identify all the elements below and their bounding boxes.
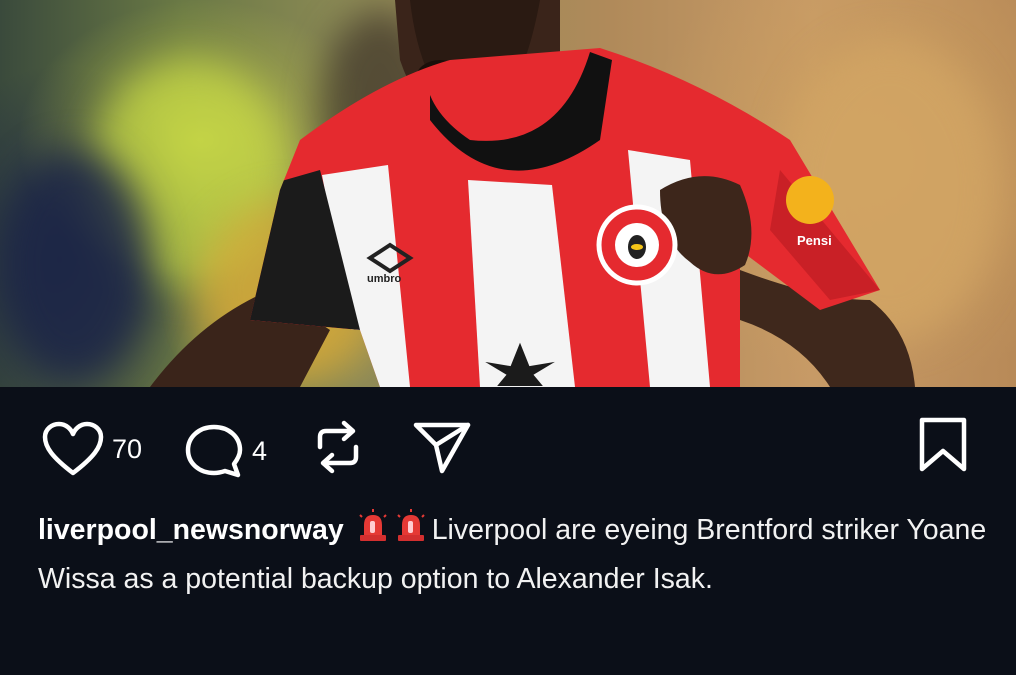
- siren-icon: [356, 509, 390, 557]
- post-action-bar: 70 4: [0, 387, 1016, 507]
- sleeve-sponsor: Pensi: [797, 233, 832, 248]
- post-username[interactable]: liverpool_newsnorway: [38, 514, 344, 546]
- comment-count: 4: [252, 435, 268, 466]
- share-button[interactable]: [412, 419, 472, 475]
- heart-icon: [42, 421, 104, 476]
- post-caption: liverpool_newsnorway Liverpool are eyeing…: [38, 508, 988, 602]
- bookmark-button[interactable]: [918, 417, 968, 473]
- repost-button[interactable]: [310, 417, 366, 477]
- siren-icon: [394, 509, 428, 557]
- like-button[interactable]: 70: [42, 421, 142, 477]
- share-icon: [413, 422, 471, 474]
- comment-button[interactable]: 4: [184, 423, 267, 479]
- club-badge: [596, 204, 678, 286]
- post-image[interactable]: umbro Pensi: [0, 0, 1016, 387]
- player-figure: umbro Pensi: [150, 0, 915, 387]
- comment-icon: [185, 424, 243, 478]
- bookmark-icon: [919, 417, 967, 472]
- umbro-text: umbro: [367, 273, 402, 285]
- repost-icon: [317, 420, 359, 474]
- like-count: 70: [112, 433, 143, 464]
